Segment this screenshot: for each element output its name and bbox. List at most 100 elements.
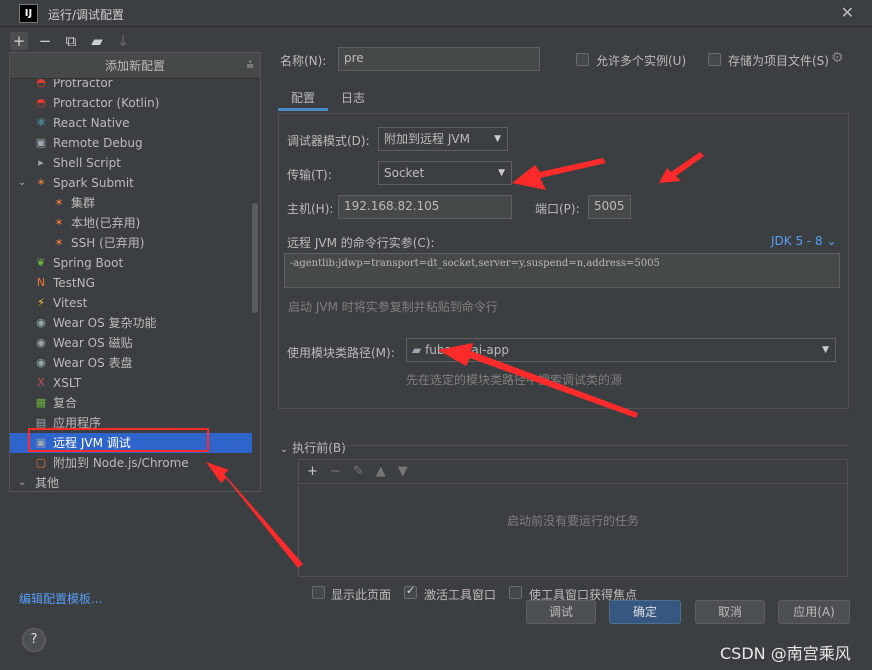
- scrollbar[interactable]: [252, 203, 258, 313]
- list-item-label: Vitest: [53, 296, 88, 310]
- transport-select[interactable]: Socket ▼: [378, 161, 512, 185]
- list-item[interactable]: ▢ 附加到 Node.js/Chrome: [10, 453, 252, 473]
- before-launch-toggle[interactable]: ⌄ 执行前(B): [280, 439, 346, 456]
- module-classpath-select[interactable]: ▰ fubao-dai-app ▼: [406, 338, 836, 362]
- move-up-icon[interactable]: ▲: [376, 464, 386, 479]
- list-item[interactable]: X XSLT: [10, 373, 252, 393]
- list-item-label: Protractor (Kotlin): [53, 96, 160, 110]
- add-icon[interactable]: +: [10, 32, 28, 50]
- list-item[interactable]: ✶ 本地(已弃用): [10, 213, 252, 233]
- list-item[interactable]: ◉ Wear OS 复杂功能: [10, 313, 252, 333]
- remote-debug-icon: ▣: [35, 136, 47, 149]
- module-classpath-value: fubao-dai-app: [425, 343, 509, 357]
- close-icon[interactable]: ✕: [841, 3, 854, 22]
- debugger-mode-value: 附加到远程 JVM: [384, 132, 470, 146]
- name-label: 名称(N):: [280, 54, 327, 68]
- list-item-label: SSH (已弃用): [71, 236, 145, 250]
- list-item[interactable]: ◉ Wear OS 表盘: [10, 353, 252, 373]
- tab-logs[interactable]: 日志: [328, 85, 378, 111]
- before-launch-label: 执行前(B): [292, 441, 346, 455]
- edit-templates-link[interactable]: 编辑配置模板...: [19, 590, 102, 607]
- list-item[interactable]: ◓ Protractor: [10, 79, 252, 93]
- spring-icon: ❦: [36, 256, 46, 269]
- gear-icon[interactable]: ⚙: [831, 50, 844, 66]
- config-toolbar: + − ⧉ ▰ ↓: [10, 30, 132, 52]
- spark-icon: ✶: [54, 196, 64, 209]
- debugger-mode-label: 调试器模式(D):: [287, 134, 370, 148]
- popup-title: 添加新配置 ⩮: [10, 53, 260, 79]
- list-item[interactable]: ⌄ 其他: [10, 473, 252, 491]
- shell-icon: ▸: [38, 156, 44, 169]
- cmd-args-label: 远程 JVM 的命令行实参(C):: [287, 236, 435, 250]
- debugger-mode-select[interactable]: 附加到远程 JVM ▼: [378, 127, 508, 151]
- list-item[interactable]: ▦ 复合: [10, 393, 252, 413]
- collapse-icon[interactable]: ⩮: [246, 53, 254, 79]
- module-folder-icon: ▰: [412, 343, 422, 357]
- chevron-down-icon: ⌄: [826, 234, 837, 248]
- list-item-label: TestNG: [53, 276, 95, 290]
- config-panel: 名称(N): pre 允许多个实例(U) 存储为项目文件(S) ⚙ 配置 日志 …: [262, 27, 872, 617]
- section-divider: [342, 445, 848, 446]
- list-item-label: 集群: [71, 196, 96, 210]
- list-item-label: Wear OS 表盘: [53, 356, 133, 370]
- list-item[interactable]: ⚛ React Native: [10, 113, 252, 133]
- protractor-kotlin-icon: ◓: [36, 96, 46, 109]
- list-item[interactable]: ▸ Shell Script: [10, 153, 252, 173]
- intellij-icon: IJ: [19, 4, 38, 23]
- ok-button[interactable]: 确定: [609, 600, 681, 624]
- remove-icon[interactable]: −: [36, 32, 54, 50]
- add-task-icon[interactable]: +: [307, 464, 318, 479]
- list-item-label: Spring Boot: [53, 256, 124, 270]
- copy-icon[interactable]: ⧉: [62, 32, 80, 50]
- focus-tool-window-checkbox[interactable]: [509, 586, 522, 599]
- transport-label: 传输(T):: [287, 168, 332, 182]
- show-page-checkbox[interactable]: [312, 586, 325, 599]
- chevron-down-icon[interactable]: ⌄: [18, 173, 26, 193]
- allow-multiple-checkbox[interactable]: [576, 53, 589, 66]
- list-item-label: Shell Script: [53, 156, 121, 170]
- left-panel: + − ⧉ ▰ ↓ 添加新配置 ⩮ ◓ Protractor ◓ Protractor…: [0, 27, 262, 617]
- jdk-version-link[interactable]: JDK 5 - 8 ⌄: [771, 234, 837, 248]
- before-launch-toolbar: + − ✎ ▲ ▼: [299, 460, 847, 484]
- show-page-label: 显示此页面: [331, 588, 392, 602]
- list-item[interactable]: ◓ Protractor (Kotlin): [10, 93, 252, 113]
- list-item-label: Spark Submit: [53, 176, 134, 190]
- list-item[interactable]: N TestNG: [10, 273, 252, 293]
- list-item[interactable]: ✶ SSH (已弃用): [10, 233, 252, 253]
- wearos-icon: ◉: [36, 316, 46, 329]
- cmd-args-textarea[interactable]: -agentlib:jdwp=transport=dt_socket,serve…: [284, 253, 840, 288]
- compound-icon: ▦: [35, 396, 47, 409]
- list-item[interactable]: ⌄ ✶ Spark Submit: [10, 173, 252, 193]
- move-down-icon[interactable]: ▼: [398, 464, 408, 479]
- vitest-icon: ⚡: [37, 296, 45, 309]
- chevron-down-icon: ▼: [494, 134, 501, 144]
- list-item-label: 本地(已弃用): [71, 216, 141, 230]
- cancel-button[interactable]: 取消: [695, 600, 765, 624]
- list-item[interactable]: ❦ Spring Boot: [10, 253, 252, 273]
- list-item-label: React Native: [53, 116, 130, 130]
- list-item[interactable]: ⚡ Vitest: [10, 293, 252, 313]
- host-input[interactable]: 192.168.82.105: [338, 195, 512, 219]
- xslt-icon: X: [37, 376, 45, 389]
- list-item[interactable]: ▣ Remote Debug: [10, 133, 252, 153]
- list-item[interactable]: ✶ 集群: [10, 193, 252, 213]
- edit-task-icon[interactable]: ✎: [353, 464, 364, 479]
- list-item[interactable]: ◉ Wear OS 磁贴: [10, 333, 252, 353]
- help-button[interactable]: ?: [22, 628, 46, 652]
- list-item-label: XSLT: [53, 376, 82, 390]
- port-input[interactable]: 5005: [588, 195, 631, 219]
- remove-task-icon[interactable]: −: [330, 464, 341, 479]
- port-label: 端口(P):: [535, 202, 580, 216]
- apply-button[interactable]: 应用(A): [778, 600, 850, 624]
- folder-icon[interactable]: ▰: [88, 32, 106, 50]
- spark-icon: ✶: [54, 236, 64, 249]
- tab-config[interactable]: 配置: [278, 85, 329, 111]
- chevron-down-icon[interactable]: ⌄: [18, 473, 26, 491]
- transport-value: Socket: [384, 166, 425, 180]
- sort-icon[interactable]: ↓: [114, 32, 132, 50]
- name-input[interactable]: pre: [338, 47, 540, 71]
- debug-button[interactable]: 调试: [526, 600, 596, 624]
- window-title: 运行/调试配置: [48, 8, 125, 22]
- activate-tool-window-checkbox[interactable]: [404, 584, 417, 599]
- store-as-file-checkbox[interactable]: [708, 53, 721, 66]
